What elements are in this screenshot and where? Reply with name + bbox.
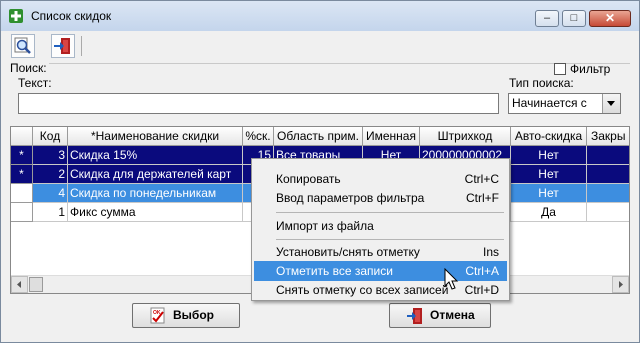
arrow-left-icon xyxy=(17,281,21,288)
menu-item-shortcut: Ins xyxy=(482,245,499,259)
filter-checkbox[interactable] xyxy=(554,63,566,75)
header-auto[interactable]: Авто-скидка xyxy=(511,127,587,146)
row-marker: * xyxy=(11,146,33,165)
search-settings-icon xyxy=(14,37,31,54)
row-marker xyxy=(11,184,33,203)
menu-item-label: Копировать xyxy=(276,172,341,186)
exit-door-icon xyxy=(407,308,422,324)
menu-item-label: Снять отметку со всех записей xyxy=(276,283,449,297)
search-type-select[interactable]: Начинается с xyxy=(508,93,621,114)
filter-label: Фильтр xyxy=(570,62,611,76)
search-type-label: Тип поиска: xyxy=(509,76,574,90)
toolbar-separator xyxy=(81,36,82,56)
discount-list-window: Список скидок – □ ✕ Поиск: Фильтр Текст: xyxy=(0,0,640,343)
select-button-label: Выбор xyxy=(173,308,214,322)
header-area[interactable]: Область прим. xyxy=(274,127,363,146)
scroll-thumb[interactable] xyxy=(29,277,43,292)
menu-item-toggle-mark[interactable]: Установить/снять отметку Ins xyxy=(254,242,507,262)
cancel-button-label: Отмена xyxy=(430,308,475,322)
header-name[interactable]: *Наименование скидки xyxy=(68,127,243,146)
search-label: Поиск: xyxy=(10,61,49,75)
mouse-cursor-icon xyxy=(444,268,459,290)
app-plus-icon xyxy=(9,9,23,23)
scroll-right-button[interactable] xyxy=(612,276,629,293)
cell-code: 4 xyxy=(33,184,68,203)
search-text-input[interactable] xyxy=(18,93,499,114)
menu-item-mark-all[interactable]: Отметить все записи Ctrl+A xyxy=(254,261,507,281)
search-settings-button[interactable] xyxy=(11,34,35,58)
cancel-button[interactable]: Отмена xyxy=(389,303,491,328)
header-named[interactable]: Именная xyxy=(363,127,420,146)
cell-auto: Нет xyxy=(511,184,587,203)
ok-check-icon: OK xyxy=(150,307,165,324)
menu-item-filter-params[interactable]: Ввод параметров фильтра Ctrl+F xyxy=(254,188,507,208)
menu-item-shortcut: Ctrl+F xyxy=(466,191,499,205)
search-panel: Поиск: Фильтр Текст: Тип поиска: Начинае… xyxy=(10,61,630,122)
exit-button[interactable] xyxy=(51,34,75,58)
row-marker: * xyxy=(11,165,33,184)
cell-auto: Да xyxy=(511,203,587,222)
minimize-icon: – xyxy=(543,12,551,24)
menu-item-label: Ввод параметров фильтра xyxy=(276,191,425,205)
maximize-button[interactable]: □ xyxy=(562,10,586,27)
menu-item-label: Отметить все записи xyxy=(276,264,393,278)
context-menu: Копировать Ctrl+C Ввод параметров фильтр… xyxy=(251,158,510,301)
toolbar xyxy=(7,32,633,59)
close-button[interactable]: ✕ xyxy=(589,10,631,27)
menu-item-copy[interactable]: Копировать Ctrl+C xyxy=(254,169,507,189)
cell-closed xyxy=(587,184,629,203)
minimize-button[interactable]: – xyxy=(535,10,559,27)
exit-door-icon xyxy=(54,38,70,54)
menu-item-shortcut: Ctrl+C xyxy=(464,172,499,186)
menu-separator xyxy=(276,239,504,240)
cell-code: 1 xyxy=(33,203,68,222)
row-marker xyxy=(11,203,33,222)
arrow-right-icon xyxy=(619,281,623,288)
search-type-value: Начинается с xyxy=(512,96,587,110)
scroll-left-button[interactable] xyxy=(11,276,28,293)
cell-code: 2 xyxy=(33,165,68,184)
chevron-down-icon[interactable] xyxy=(602,94,620,113)
menu-item-shortcut: Ctrl+D xyxy=(464,283,499,297)
cell-closed xyxy=(587,165,629,184)
cell-auto: Нет xyxy=(511,146,587,165)
cell-name: Скидка 15% xyxy=(68,146,243,165)
text-label: Текст: xyxy=(18,76,52,90)
header-closed[interactable]: Закры xyxy=(587,127,629,146)
header-code[interactable]: Код xyxy=(33,127,68,146)
close-icon: ✕ xyxy=(604,11,616,25)
cell-auto: Нет xyxy=(511,165,587,184)
menu-item-label: Установить/снять отметку xyxy=(276,245,420,259)
maximize-icon: □ xyxy=(570,12,578,24)
cell-closed xyxy=(587,146,629,165)
menu-separator xyxy=(276,212,504,213)
menu-item-label: Импорт из файла xyxy=(276,219,374,233)
header-percent[interactable]: %ск. xyxy=(243,127,274,146)
select-button[interactable]: OK Выбор xyxy=(132,303,240,328)
cell-code: 3 xyxy=(33,146,68,165)
menu-item-shortcut: Ctrl+A xyxy=(465,264,499,278)
header-barcode[interactable]: Штрихкод xyxy=(420,127,511,146)
title-bar: Список скидок – □ ✕ xyxy=(1,1,639,31)
cell-name: Скидка по понедельникам xyxy=(68,184,243,203)
cell-closed xyxy=(587,203,629,222)
cell-name: Фикс сумма xyxy=(68,203,243,222)
header-indicator xyxy=(11,127,33,146)
cell-name: Скидка для держателей карт xyxy=(68,165,243,184)
window-title: Список скидок xyxy=(31,9,112,23)
menu-item-import[interactable]: Импорт из файла xyxy=(254,216,507,236)
menu-item-unmark-all[interactable]: Снять отметку со всех записей Ctrl+D xyxy=(254,280,507,300)
